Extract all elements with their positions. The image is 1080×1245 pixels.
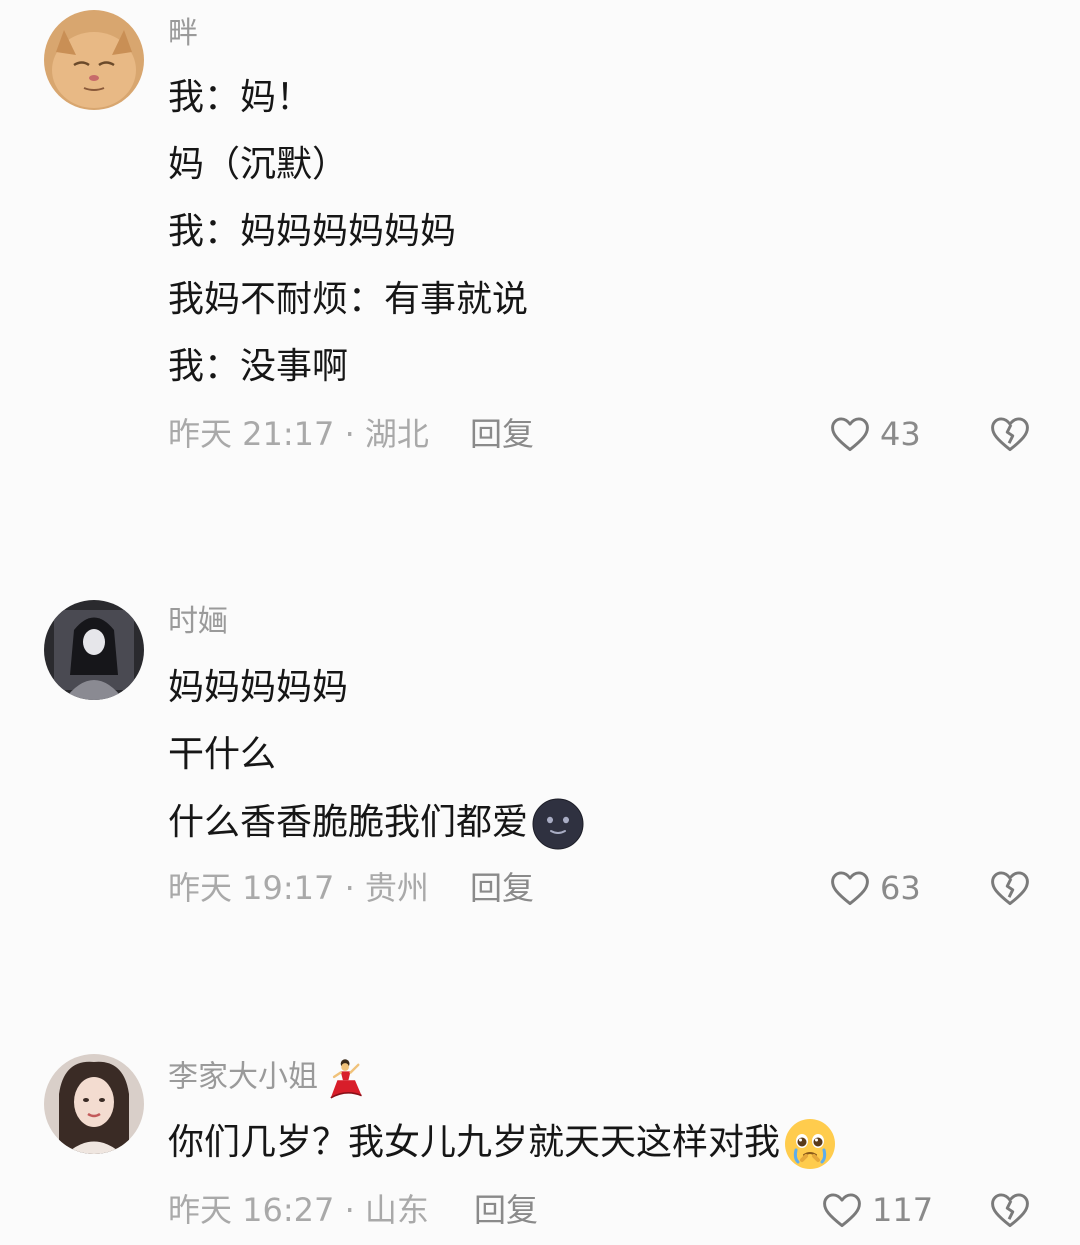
like-button[interactable]: 43 xyxy=(828,412,921,456)
broken-heart-icon[interactable] xyxy=(988,1188,1032,1232)
like-count: 43 xyxy=(880,415,921,453)
avatar[interactable] xyxy=(44,1054,144,1154)
comment-text-line: 我妈不耐烦：有事就说 xyxy=(168,279,529,320)
comment-text: 你们几岁？我女儿九岁就天天这样对我 xyxy=(168,1122,781,1163)
comment-text-line: 我：妈！ xyxy=(168,77,313,118)
comment-meta: 昨天 19:17 · 贵州 xyxy=(168,869,429,907)
heart-outline-icon xyxy=(823,1193,861,1228)
broken-heart-icon[interactable] xyxy=(988,412,1032,456)
comment-text-line: 我：没事啊 xyxy=(168,346,349,387)
username: 李家大小姐 xyxy=(168,1059,318,1095)
like-button[interactable]: 117 xyxy=(820,1188,933,1232)
comment-text-line: 妈（沉默） xyxy=(168,144,349,185)
username[interactable]: 畔 xyxy=(168,14,198,54)
username-with-badge[interactable]: 李家大小姐 xyxy=(168,1056,366,1100)
username[interactable]: 时婳 xyxy=(168,602,228,642)
heart-outline-icon xyxy=(831,871,869,906)
like-count: 117 xyxy=(872,1191,934,1229)
comment-text-line: 我：妈妈妈妈妈妈 xyxy=(168,211,457,252)
new-moon-face-emoji xyxy=(532,798,584,850)
heart-outline-icon xyxy=(831,417,869,452)
comment-text-line: 妈妈妈妈妈 xyxy=(168,667,349,708)
comment-text-line-with-emoji: 你们几岁？我女儿九岁就天天这样对我 xyxy=(168,1118,836,1170)
comment-meta: 昨天 16:27 · 山东 xyxy=(168,1191,429,1229)
reply-button[interactable]: 回复 xyxy=(470,412,534,456)
pleading-face-emoji xyxy=(785,1119,836,1169)
comment-meta: 昨天 21:17 · 湖北 xyxy=(168,415,429,453)
avatar[interactable] xyxy=(44,10,144,110)
avatar[interactable] xyxy=(44,600,144,700)
comment-text-line: 干什么 xyxy=(168,734,277,775)
reply-button[interactable]: 回复 xyxy=(474,1188,538,1232)
flamenco-dancer-emoji xyxy=(330,1059,362,1099)
comment-text-line-with-emoji: 什么香香脆脆我们都爱 xyxy=(168,798,584,850)
like-button[interactable]: 63 xyxy=(828,866,921,910)
like-count: 63 xyxy=(880,869,921,907)
comment-text: 什么香香脆脆我们都爱 xyxy=(168,802,529,843)
broken-heart-icon[interactable] xyxy=(988,866,1032,910)
reply-button[interactable]: 回复 xyxy=(470,866,534,910)
